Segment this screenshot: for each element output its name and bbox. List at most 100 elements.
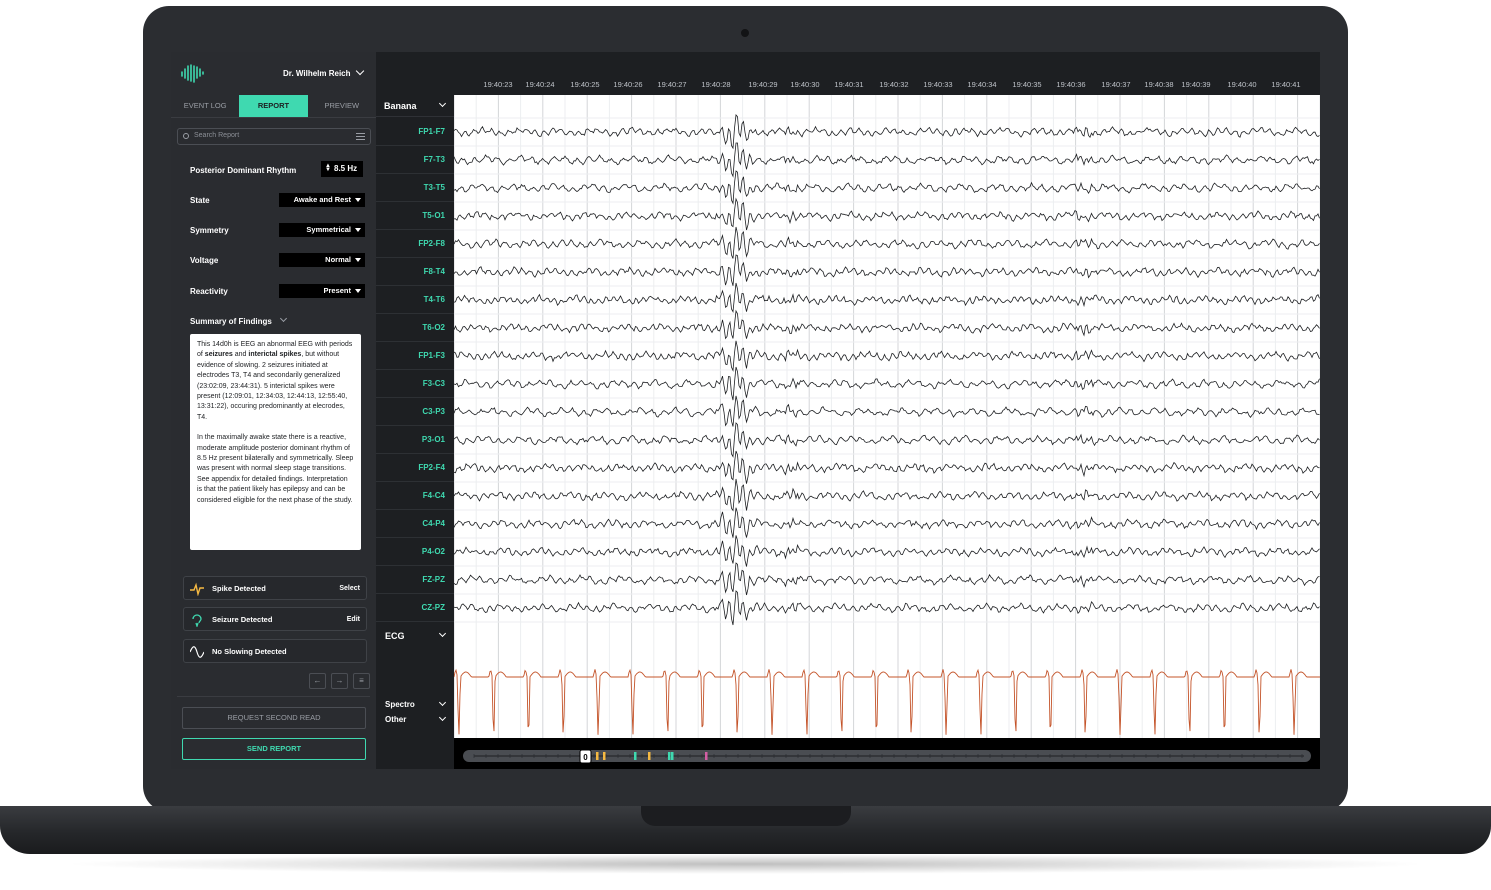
time-tick-label: 19:40:32 bbox=[879, 80, 909, 89]
voltage-select[interactable]: Normal bbox=[279, 253, 365, 267]
event-marker[interactable] bbox=[705, 752, 708, 760]
channel-label: P3-O1 bbox=[421, 435, 445, 444]
time-tick-label: 19:40:25 bbox=[570, 80, 600, 89]
settings-sliders-icon[interactable]: ≡ bbox=[353, 673, 370, 689]
pdr-stepper[interactable]: ▲ ▼ 8.5 Hz bbox=[321, 161, 363, 177]
edit-button[interactable]: Edit bbox=[347, 616, 360, 623]
channel-fz-pz[interactable]: FZ-PZ bbox=[376, 566, 454, 594]
channel-label: FP2-F8 bbox=[418, 239, 445, 248]
spectro-label[interactable]: Spectro bbox=[385, 700, 415, 709]
reactivity-select[interactable]: Present bbox=[279, 284, 365, 298]
channel-label: T5-O1 bbox=[422, 211, 445, 220]
event-marker[interactable] bbox=[634, 752, 637, 760]
chevron-down-icon[interactable] bbox=[438, 713, 447, 722]
channel-label: T6-O2 bbox=[422, 323, 445, 332]
search-placeholder: Search Report bbox=[194, 132, 240, 139]
state-label: State bbox=[190, 196, 210, 205]
channel-label: FP2-F4 bbox=[418, 463, 445, 472]
channel-c4-p4[interactable]: C4-P4 bbox=[376, 510, 454, 538]
eeg-trace bbox=[454, 507, 1320, 538]
user-name[interactable]: Dr. Wilhelm Reich bbox=[283, 69, 351, 78]
montage-label: Banana bbox=[384, 101, 417, 111]
divider bbox=[177, 696, 370, 697]
tab-preview[interactable]: PREVIEW bbox=[308, 95, 376, 117]
channel-t4-t6[interactable]: T4-T6 bbox=[376, 286, 454, 314]
channel-label: C3-P3 bbox=[422, 407, 445, 416]
symmetry-label: Symmetry bbox=[190, 226, 229, 235]
chevron-down-icon[interactable] bbox=[438, 698, 447, 707]
time-tick-label: 19:40:33 bbox=[923, 80, 953, 89]
chevron-down-icon[interactable] bbox=[355, 66, 365, 76]
chevron-down-icon[interactable] bbox=[279, 314, 288, 323]
filter-icon[interactable] bbox=[356, 133, 365, 141]
event-marker[interactable] bbox=[648, 752, 651, 760]
channel-t3-t5[interactable]: T3-T5 bbox=[376, 174, 454, 202]
channel-label: C4-P4 bbox=[422, 519, 445, 528]
brain-logo-icon bbox=[181, 64, 204, 83]
channel-t5-o1[interactable]: T5-O1 bbox=[376, 202, 454, 230]
eeg-trace bbox=[454, 309, 1320, 340]
spike-icon bbox=[190, 582, 204, 596]
search-input[interactable]: Search Report bbox=[177, 128, 371, 145]
eeg-trace bbox=[454, 282, 1320, 314]
summary-bold: interictal spikes bbox=[248, 351, 302, 359]
symmetry-select[interactable]: Symmetrical bbox=[279, 223, 365, 237]
channel-fp2-f4[interactable]: FP2-F4 bbox=[376, 454, 454, 482]
channel-p3-o1[interactable]: P3-O1 bbox=[376, 426, 454, 454]
event-marker[interactable] bbox=[668, 752, 671, 760]
time-tick-label: 19:40:38 bbox=[1144, 80, 1174, 89]
channel-cz-pz[interactable]: CZ-PZ bbox=[376, 594, 454, 622]
request-second-read-button[interactable]: REQUEST SECOND READ bbox=[182, 707, 366, 729]
select-button[interactable]: Select bbox=[339, 585, 360, 592]
channel-fp1-f3[interactable]: FP1-F3 bbox=[376, 342, 454, 370]
channel-list: Banana FP1-F7 F7-T3 T3-T5 T5-O1 FP2-F8 F8-T4 T… bbox=[376, 52, 454, 769]
state-select[interactable]: Awake and Rest bbox=[279, 193, 365, 207]
eeg-waveform-plot[interactable] bbox=[454, 95, 1320, 738]
summary-paragraph: In the maximally awake state there is a … bbox=[197, 434, 354, 504]
channel-f7-t3[interactable]: F7-T3 bbox=[376, 146, 454, 174]
channel-label: FZ-PZ bbox=[422, 575, 445, 584]
reactivity-value: Present bbox=[323, 286, 351, 295]
channel-label: FP1-F3 bbox=[418, 351, 445, 360]
channel-fp1-f7[interactable]: FP1-F7 bbox=[376, 118, 454, 146]
summary-text: and bbox=[232, 351, 249, 359]
channel-label: T3-T5 bbox=[423, 183, 445, 192]
channel-c3-p3[interactable]: C3-P3 bbox=[376, 398, 454, 426]
montage-select[interactable]: Banana bbox=[376, 95, 454, 117]
time-tick-label: 19:40:29 bbox=[748, 80, 778, 89]
event-seizure[interactable]: Seizure Detected Edit bbox=[183, 607, 367, 631]
prev-button[interactable]: ← bbox=[309, 673, 326, 689]
channel-f4-c4[interactable]: F4-C4 bbox=[376, 482, 454, 510]
event-label: Seizure Detected bbox=[212, 615, 273, 624]
channel-f8-t4[interactable]: F8-T4 bbox=[376, 258, 454, 286]
channel-label: P4-O2 bbox=[421, 547, 445, 556]
other-label[interactable]: Other bbox=[385, 715, 406, 724]
eeg-trace bbox=[454, 535, 1320, 567]
channel-f3-c3[interactable]: F3-C3 bbox=[376, 370, 454, 398]
summary-title[interactable]: Summary of Findings bbox=[190, 317, 272, 326]
tab-report[interactable]: REPORT bbox=[239, 95, 308, 117]
timeline-scrubber[interactable]: 0 bbox=[454, 738, 1320, 769]
channel-label: CZ-PZ bbox=[421, 603, 445, 612]
event-slowing[interactable]: No Slowing Detected bbox=[183, 639, 367, 663]
ecg-label[interactable]: ECG bbox=[385, 631, 405, 641]
time-tick-label: 19:40:37 bbox=[1101, 80, 1131, 89]
laptop-shadow bbox=[60, 854, 1431, 874]
event-marker[interactable] bbox=[596, 752, 599, 760]
channel-t6-o2[interactable]: T6-O2 bbox=[376, 314, 454, 342]
caret-down-icon bbox=[355, 289, 361, 293]
time-tick-label: 19:40:23 bbox=[483, 80, 513, 89]
event-marker[interactable] bbox=[603, 752, 606, 760]
tab-event-log[interactable]: EVENT LOG bbox=[171, 95, 239, 117]
event-marker[interactable] bbox=[671, 752, 674, 760]
channel-p4-o2[interactable]: P4-O2 bbox=[376, 538, 454, 566]
next-button[interactable]: → bbox=[331, 673, 348, 689]
event-spike[interactable]: Spike Detected Select bbox=[183, 576, 367, 600]
stepper-arrows-icon[interactable]: ▲ ▼ bbox=[325, 163, 331, 173]
channel-fp2-f8[interactable]: FP2-F8 bbox=[376, 230, 454, 258]
summary-textarea[interactable]: This 14d0h is EEG an abnormal EEG with p… bbox=[190, 334, 361, 550]
event-label: Spike Detected bbox=[212, 584, 266, 593]
chevron-down-icon[interactable] bbox=[438, 629, 447, 638]
send-report-button[interactable]: SEND REPORT bbox=[182, 738, 366, 760]
caret-down-icon bbox=[355, 258, 361, 262]
